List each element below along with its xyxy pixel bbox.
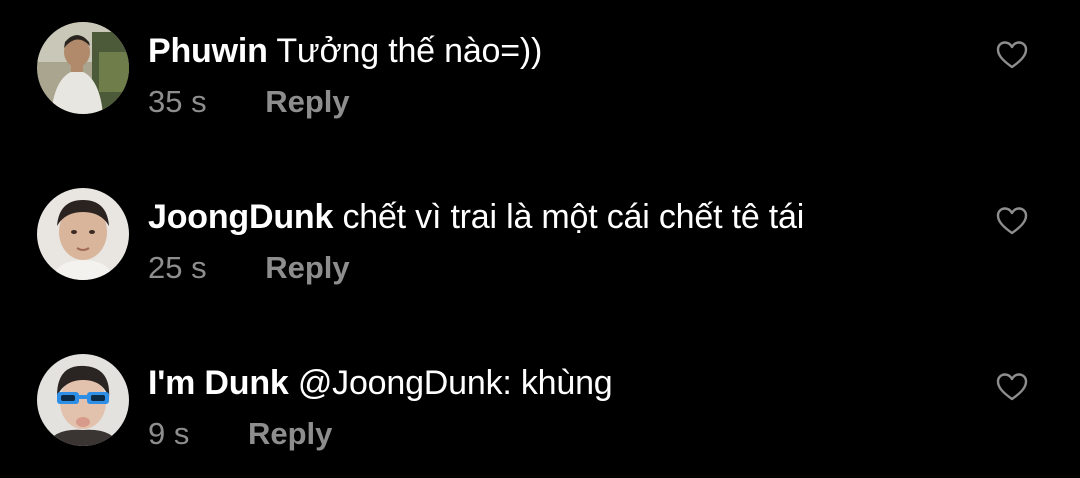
heart-outline-icon[interactable] bbox=[996, 40, 1028, 70]
avatar[interactable] bbox=[37, 22, 129, 114]
comment-username[interactable]: Phuwin bbox=[148, 32, 268, 70]
comment-meta: 25 s Reply bbox=[148, 248, 350, 288]
heart-outline-icon[interactable] bbox=[996, 372, 1028, 402]
comment-timestamp: 9 s bbox=[148, 416, 190, 451]
comment-timestamp: 35 s bbox=[148, 84, 207, 119]
avatar[interactable] bbox=[37, 354, 129, 446]
comment-text: JoongDunk chết vì trai là một cái chết t… bbox=[148, 196, 804, 238]
comment-meta: 9 s Reply bbox=[148, 414, 332, 454]
reply-button[interactable]: Reply bbox=[265, 248, 349, 288]
avatar[interactable] bbox=[37, 188, 129, 280]
comment-text: Phuwin Tưởng thế nào=)) bbox=[148, 30, 542, 72]
comment-item: I'm Dunk @JoongDunk: khùng 9 s Reply bbox=[0, 354, 1080, 474]
comment-username[interactable]: JoongDunk bbox=[148, 198, 333, 236]
comment-text: I'm Dunk @JoongDunk: khùng bbox=[148, 362, 613, 404]
heart-outline-icon[interactable] bbox=[996, 206, 1028, 236]
comment-message: @JoongDunk: khùng bbox=[297, 364, 613, 402]
comment-item: Phuwin Tưởng thế nào=)) 35 s Reply bbox=[0, 22, 1080, 142]
reply-button[interactable]: Reply bbox=[248, 414, 332, 454]
reply-button[interactable]: Reply bbox=[265, 82, 349, 122]
comment-list: Phuwin Tưởng thế nào=)) 35 s Reply Joong… bbox=[0, 0, 1080, 478]
comment-meta: 35 s Reply bbox=[148, 82, 350, 122]
comment-timestamp: 25 s bbox=[148, 250, 207, 285]
comment-item: JoongDunk chết vì trai là một cái chết t… bbox=[0, 188, 1080, 308]
comment-message: chết vì trai là một cái chết tê tái bbox=[342, 198, 805, 236]
comment-username[interactable]: I'm Dunk bbox=[148, 364, 289, 402]
comment-message: Tưởng thế nào=)) bbox=[276, 32, 543, 70]
